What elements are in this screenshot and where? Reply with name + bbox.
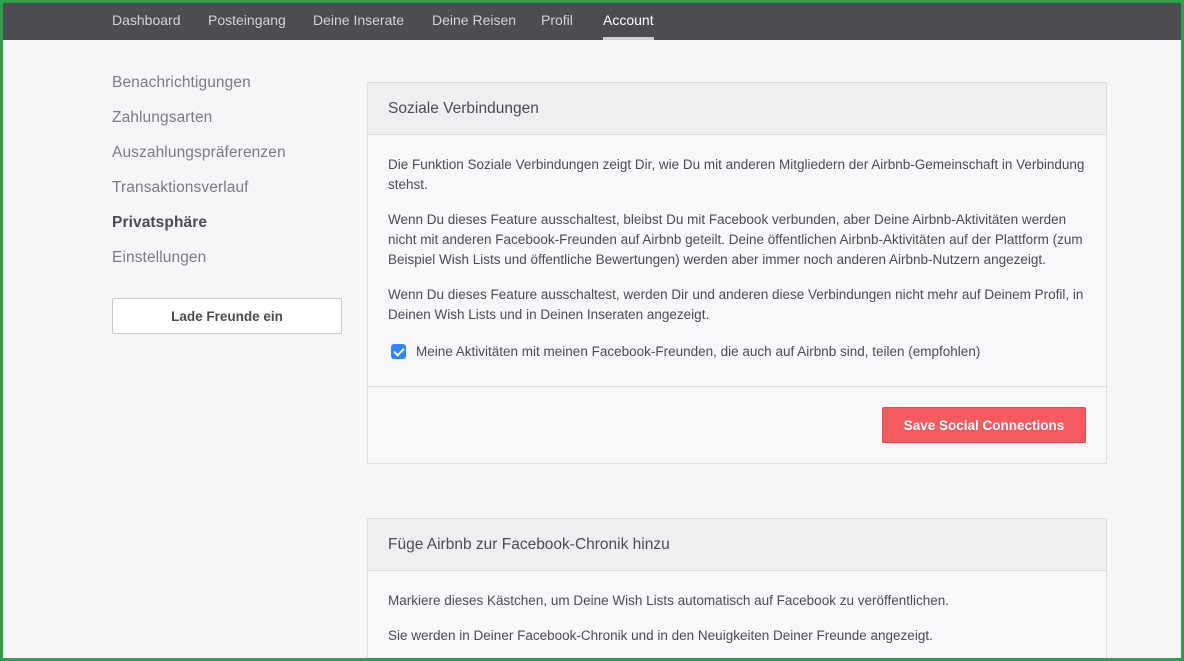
invite-friends-button[interactable]: Lade Freunde ein bbox=[112, 298, 342, 334]
nav-deine-inserate[interactable]: Deine Inserate bbox=[313, 3, 404, 40]
nav-dashboard[interactable]: Dashboard bbox=[112, 3, 181, 40]
description-paragraph: Markiere dieses Kästchen, um Deine Wish … bbox=[388, 593, 950, 608]
share-activity-option[interactable]: Meine Aktivitäten mit meinen Facebook-Fr… bbox=[388, 340, 1086, 362]
description-paragraph: Wenn Du dieses Feature ausschaltest, ble… bbox=[388, 212, 1083, 267]
share-activity-label[interactable]: Meine Aktivitäten mit meinen Facebook-Fr… bbox=[416, 344, 980, 359]
share-activity-checkbox[interactable] bbox=[391, 343, 406, 359]
top-navigation: Dashboard Posteingang Deine Inserate Dei… bbox=[3, 3, 1181, 40]
facebook-timeline-panel: Füge Airbnb zur Facebook-Chronik hinzu M… bbox=[367, 518, 1107, 658]
nav-active-indicator bbox=[603, 37, 654, 40]
panel-footer: Save Social Connections bbox=[368, 386, 1106, 463]
sidebar-item-einstellungen[interactable]: Einstellungen bbox=[112, 244, 344, 279]
account-sidebar: Benachrichtigungen Zahlungsarten Auszahl… bbox=[112, 69, 344, 279]
description-paragraph: Sie werden in Deiner Facebook-Chronik un… bbox=[388, 628, 933, 643]
save-social-connections-button[interactable]: Save Social Connections bbox=[882, 407, 1086, 443]
sidebar-item-auszahlungspraeferenzen[interactable]: Auszahlungspräferenzen bbox=[112, 139, 344, 174]
page-frame: Dashboard Posteingang Deine Inserate Dei… bbox=[0, 0, 1184, 661]
sidebar-item-benachrichtigungen[interactable]: Benachrichtigungen bbox=[112, 69, 344, 104]
nav-account-label: Account bbox=[603, 12, 654, 28]
nav-account[interactable]: Account bbox=[603, 3, 654, 40]
sidebar-item-privatsphaere[interactable]: Privatsphäre bbox=[112, 209, 344, 244]
sidebar-item-transaktionsverlauf[interactable]: Transaktionsverlauf bbox=[112, 174, 344, 209]
description-paragraph: Wenn Du dieses Feature ausschaltest, wer… bbox=[388, 287, 1084, 322]
panel-body: Markiere dieses Kästchen, um Deine Wish … bbox=[368, 571, 1106, 646]
sidebar-item-zahlungsarten[interactable]: Zahlungsarten bbox=[112, 104, 344, 139]
description-paragraph: Die Funktion Soziale Verbindungen zeigt … bbox=[388, 157, 1085, 192]
nav-deine-reisen[interactable]: Deine Reisen bbox=[432, 3, 516, 40]
nav-posteingang[interactable]: Posteingang bbox=[208, 3, 286, 40]
panel-title: Soziale Verbindungen bbox=[368, 83, 1106, 135]
panel-title: Füge Airbnb zur Facebook-Chronik hinzu bbox=[368, 519, 1106, 571]
panel-body: Die Funktion Soziale Verbindungen zeigt … bbox=[368, 135, 1106, 362]
nav-profil[interactable]: Profil bbox=[541, 3, 573, 40]
social-connections-panel: Soziale Verbindungen Die Funktion Sozial… bbox=[367, 82, 1107, 464]
